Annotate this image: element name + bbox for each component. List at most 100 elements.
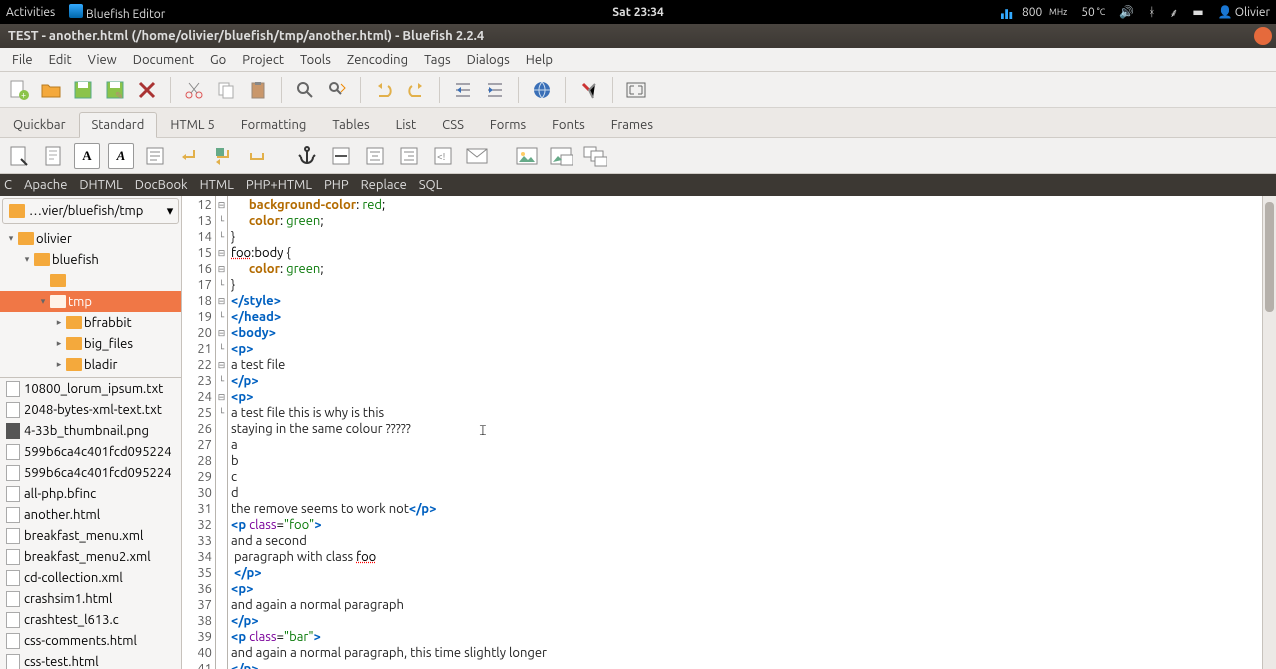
file-item[interactable]: 599b6ca4c401fcd095224 (0, 462, 181, 483)
ctx-phphtml[interactable]: PHP+HTML (246, 178, 312, 192)
menu-go[interactable]: Go (202, 51, 234, 69)
body-button[interactable] (40, 143, 66, 169)
paragraph-button[interactable] (142, 143, 168, 169)
file-item[interactable]: 599b6ca4c401fcd095224 (0, 441, 181, 462)
menu-view[interactable]: View (80, 51, 125, 69)
file-item[interactable]: css-test.html (0, 651, 181, 669)
preferences-button[interactable] (576, 77, 602, 103)
menu-tags[interactable]: Tags (416, 51, 459, 69)
volume-icon[interactable]: 🔊 (1119, 5, 1134, 19)
clock[interactable]: Sat 23:34 (612, 6, 663, 19)
tab-frames[interactable]: Frames (598, 112, 666, 138)
file-item[interactable]: css-comments.html (0, 630, 181, 651)
vertical-scrollbar[interactable] (1262, 196, 1276, 669)
rightalign-button[interactable] (396, 143, 422, 169)
file-list[interactable]: 10800_lorum_ipsum.txt2048-bytes-xml-text… (0, 377, 181, 669)
quickstart-button[interactable] (6, 143, 32, 169)
fold-column[interactable]: ⊟└└⊟⊟└⊟└⊟└⊟└⊟└ (216, 196, 228, 669)
menu-file[interactable]: File (4, 51, 41, 69)
italic-button[interactable]: A (108, 143, 134, 169)
file-item[interactable]: cd-collection.xml (0, 567, 181, 588)
battery-icon[interactable]: ▬ (1192, 5, 1203, 19)
paste-button[interactable] (245, 77, 271, 103)
folder-tree[interactable]: ▾olivier▾bluefish▾tmp▸bfrabbit▸big_files… (0, 226, 181, 377)
menu-dialogs[interactable]: Dialogs (459, 51, 518, 69)
expander-icon[interactable]: ▸ (54, 338, 64, 349)
tab-css[interactable]: CSS (429, 112, 477, 138)
ctx-sql[interactable]: SQL (419, 178, 443, 192)
save-button[interactable] (70, 77, 96, 103)
bold-button[interactable]: A (74, 143, 100, 169)
ctx-docbook[interactable]: DocBook (135, 178, 188, 192)
save-as-button[interactable]: ✎ (102, 77, 128, 103)
indent-button[interactable] (482, 77, 508, 103)
tab-fonts[interactable]: Fonts (539, 112, 598, 138)
menu-document[interactable]: Document (125, 51, 202, 69)
hrule-button[interactable] (328, 143, 354, 169)
file-item[interactable]: another.html (0, 504, 181, 525)
undo-button[interactable] (371, 77, 397, 103)
ctx-apache[interactable]: Apache (24, 178, 67, 192)
open-file-button[interactable] (38, 77, 64, 103)
file-item[interactable]: breakfast_menu2.xml (0, 546, 181, 567)
expander-icon[interactable]: ▾ (38, 296, 48, 307)
image-button[interactable] (514, 143, 540, 169)
new-file-button[interactable]: + (6, 77, 32, 103)
anchor-button[interactable] (294, 143, 320, 169)
multithumbnail-button[interactable] (582, 143, 608, 169)
active-app-indicator[interactable]: Bluefish Editor (69, 4, 165, 21)
comment-button[interactable]: <! (430, 143, 456, 169)
file-item[interactable]: all-php.bfinc (0, 483, 181, 504)
tab-quickbar[interactable]: Quickbar (0, 112, 79, 138)
menu-edit[interactable]: Edit (41, 51, 80, 69)
brclear-button[interactable] (210, 143, 236, 169)
file-item[interactable]: crashsim1.html (0, 588, 181, 609)
user-menu[interactable]: 👤 Olivier (1218, 5, 1270, 19)
fullscreen-button[interactable] (623, 77, 649, 103)
menu-tools[interactable]: Tools (292, 51, 339, 69)
expander-icon[interactable]: ▾ (6, 233, 16, 244)
temp-indicator[interactable]: 50°C (1081, 6, 1105, 19)
center-button[interactable] (362, 143, 388, 169)
file-item[interactable]: 10800_lorum_ipsum.txt (0, 378, 181, 399)
tree-item[interactable]: ▸bladir (0, 354, 181, 375)
tree-item[interactable]: ▾bluefish (0, 249, 181, 270)
copy-button[interactable] (213, 77, 239, 103)
tab-standard[interactable]: Standard (79, 112, 158, 138)
email-button[interactable] (464, 143, 490, 169)
unindent-button[interactable] (450, 77, 476, 103)
expander-icon[interactable]: ▸ (54, 359, 64, 370)
tree-item[interactable]: ▾olivier (0, 228, 181, 249)
menu-project[interactable]: Project (234, 51, 292, 69)
window-titlebar[interactable]: TEST - another.html (/home/olivier/bluef… (0, 24, 1276, 48)
find-replace-button[interactable] (324, 77, 350, 103)
thumbnail-button[interactable] (548, 143, 574, 169)
expander-icon[interactable]: ▸ (54, 317, 64, 328)
tab-forms[interactable]: Forms (477, 112, 539, 138)
tree-item[interactable] (0, 270, 181, 291)
tab-formatting[interactable]: Formatting (228, 112, 320, 138)
ctx-php[interactable]: PHP (324, 178, 349, 192)
window-close-button[interactable] (1254, 27, 1272, 45)
tab-html5[interactable]: HTML 5 (157, 112, 228, 138)
file-item[interactable]: 2048-bytes-xml-text.txt (0, 399, 181, 420)
tab-tables[interactable]: Tables (319, 112, 382, 138)
menu-zencoding[interactable]: Zencoding (339, 51, 416, 69)
tree-item[interactable]: ▾tmp (0, 291, 181, 312)
tree-item[interactable]: ▸big_files (0, 333, 181, 354)
tab-list[interactable]: List (383, 112, 430, 138)
cpu-indicator[interactable]: 800 MHz (1001, 5, 1067, 19)
file-item[interactable]: breakfast_menu.xml (0, 525, 181, 546)
cut-button[interactable] (181, 77, 207, 103)
bluetooth-icon[interactable]: ᚼ (1148, 6, 1155, 19)
code-editor[interactable]: 1213141516171819202122232425262728293031… (182, 196, 1276, 669)
path-selector[interactable]: …vier/bluefish/tmp ▾ (2, 198, 179, 224)
menu-help[interactable]: Help (518, 51, 561, 69)
file-item[interactable]: 4-33b_thumbnail.png (0, 420, 181, 441)
ctx-replace[interactable]: Replace (361, 178, 407, 192)
ctx-dhtml[interactable]: DHTML (79, 178, 122, 192)
file-item[interactable]: crashtest_l613.c (0, 609, 181, 630)
expander-icon[interactable]: ▾ (22, 254, 32, 265)
code-content[interactable]: background-color: red; color: green;}foo… (228, 196, 1262, 669)
activities-button[interactable]: Activities (6, 6, 55, 19)
